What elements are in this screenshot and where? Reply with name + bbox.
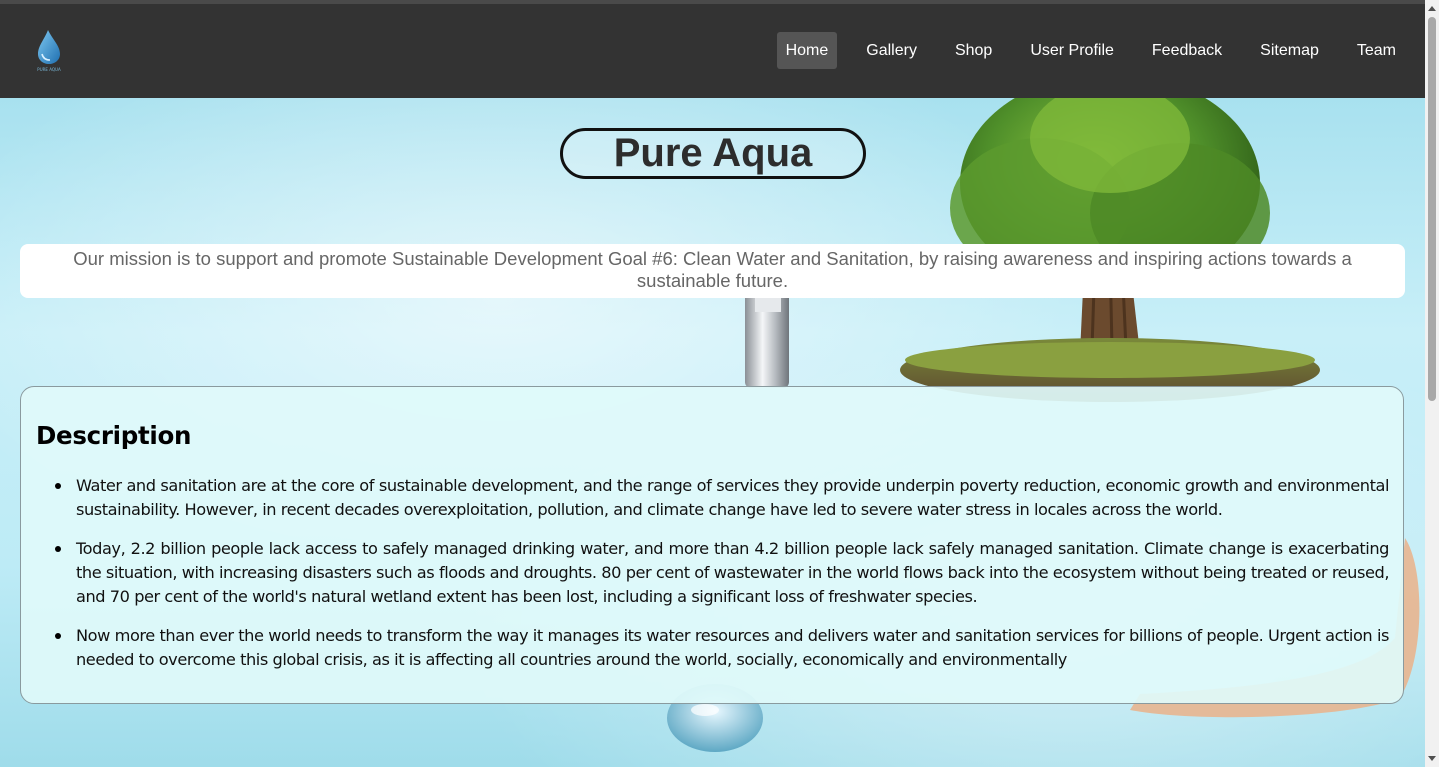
logo-text: PURE AQUA — [37, 67, 61, 72]
main-nav: Home Gallery Shop User Profile Feedback … — [757, 32, 1405, 69]
vertical-scrollbar[interactable] — [1425, 0, 1439, 767]
mission-statement: Our mission is to support and promote Su… — [20, 244, 1405, 298]
scroll-thumb[interactable] — [1428, 17, 1436, 401]
water-drop-logo-icon[interactable]: PURE AQUA — [34, 28, 66, 72]
list-item: Today, 2.2 billion people lack access to… — [55, 537, 1389, 609]
description-list: Water and sanitation are at the core of … — [36, 474, 1389, 672]
nav-gallery[interactable]: Gallery — [857, 32, 926, 69]
page-title-box: Pure Aqua — [560, 128, 866, 179]
list-item: Water and sanitation are at the core of … — [55, 474, 1389, 522]
scroll-down-arrow-icon[interactable] — [1428, 756, 1436, 761]
nav-user-profile[interactable]: User Profile — [1021, 32, 1123, 69]
nav-feedback[interactable]: Feedback — [1143, 32, 1231, 69]
nav-sitemap[interactable]: Sitemap — [1251, 32, 1328, 69]
hero-section: Pure Aqua Our mission is to support and … — [0, 98, 1425, 767]
description-heading: Description — [36, 421, 192, 450]
list-item: Now more than ever the world needs to tr… — [55, 624, 1389, 672]
scroll-up-arrow-icon[interactable] — [1428, 6, 1436, 11]
nav-team[interactable]: Team — [1348, 32, 1405, 69]
nav-home[interactable]: Home — [776, 32, 838, 69]
navbar: PURE AQUA Home Gallery Shop User Profile… — [0, 4, 1425, 98]
description-card: Description Water and sanitation are at … — [20, 386, 1404, 704]
page-title: Pure Aqua — [613, 131, 813, 175]
nav-shop[interactable]: Shop — [946, 32, 1001, 69]
